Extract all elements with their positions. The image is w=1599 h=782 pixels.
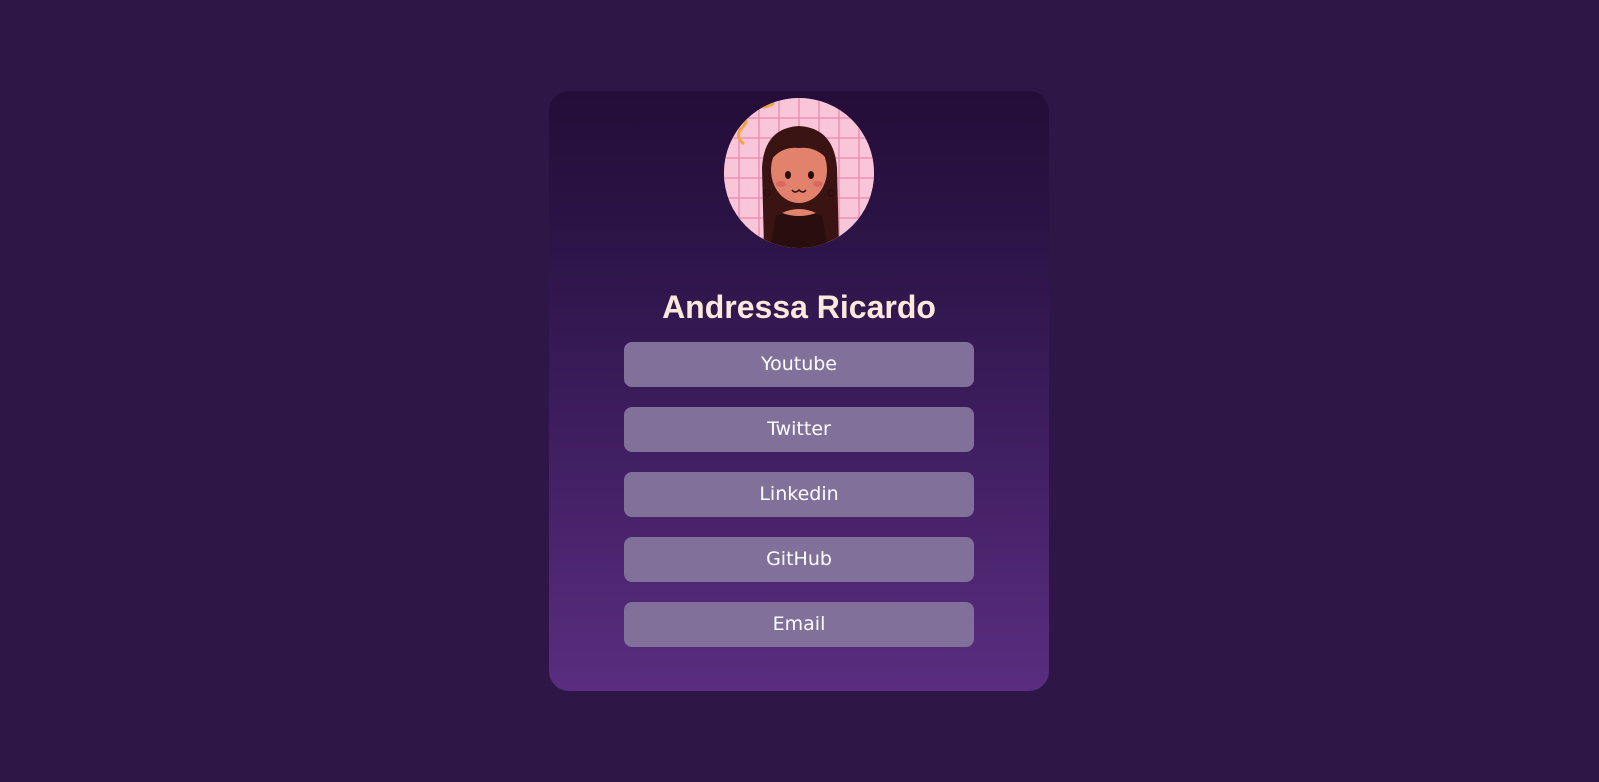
profile-name: Andressa Ricardo [662, 289, 936, 325]
avatar [724, 98, 874, 248]
profile-card: Andressa Ricardo Youtube Twitter Linkedi… [549, 91, 1049, 691]
linkedin-link-button[interactable]: Linkedin [624, 472, 974, 517]
youtube-link-button[interactable]: Youtube [624, 342, 974, 387]
github-link-button[interactable]: GitHub [624, 537, 974, 582]
link-list: Youtube Twitter Linkedin GitHub Email [624, 342, 974, 667]
twitter-link-button[interactable]: Twitter [624, 407, 974, 452]
email-link-button[interactable]: Email [624, 602, 974, 647]
avatar-illustration [724, 98, 874, 248]
